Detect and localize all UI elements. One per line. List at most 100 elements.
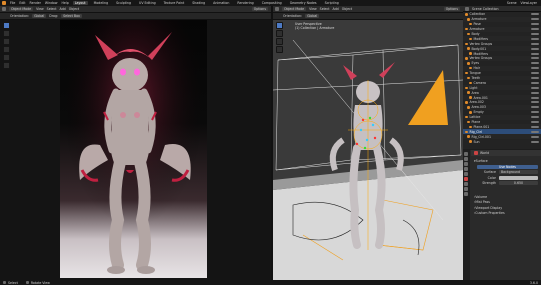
object-type-icon	[467, 120, 470, 124]
tab-uv-editing[interactable]: UV Editing	[137, 1, 158, 5]
visibility-toggle-icon[interactable]	[531, 101, 539, 104]
orientation-dropdown[interactable]: Global	[32, 14, 47, 18]
strength-field[interactable]: 0.650	[499, 181, 538, 186]
select-tool-icon[interactable]	[3, 22, 10, 29]
menu-edit[interactable]: Edit	[19, 1, 25, 5]
select-menu[interactable]: Select	[320, 7, 330, 11]
visibility-toggle-icon[interactable]	[531, 106, 539, 109]
right-viewport[interactable]: User Perspective (1) Collection | Armatu…	[273, 20, 463, 280]
rotate-tool-icon[interactable]	[276, 46, 283, 53]
tab-modeling[interactable]: Modeling	[92, 1, 111, 5]
select-menu[interactable]: Select	[47, 7, 57, 11]
outliner-item-label: Area.001	[473, 95, 488, 100]
mode-dropdown[interactable]: Object Mode	[282, 7, 307, 11]
move-tool-icon[interactable]	[3, 38, 10, 45]
visibility-toggle-icon[interactable]	[531, 81, 539, 84]
blender-logo-icon[interactable]	[2, 1, 6, 5]
scene-selector[interactable]: Scene	[507, 1, 517, 5]
tab-geometry-nodes[interactable]: Geometry Nodes	[288, 1, 319, 5]
tool-tab-icon[interactable]	[463, 152, 468, 156]
render-tab-icon[interactable]	[463, 157, 468, 161]
use-nodes-button[interactable]: Use Nodes	[477, 164, 538, 169]
visibility-toggle-icon[interactable]	[531, 33, 539, 35]
visibility-toggle-icon[interactable]	[531, 18, 539, 21]
tab-sculpting[interactable]: Sculpting	[114, 1, 133, 5]
outliner-item[interactable]: Sun	[463, 139, 541, 144]
view-menu[interactable]: View	[309, 7, 317, 11]
visibility-toggle-icon[interactable]	[531, 135, 539, 138]
menu-file[interactable]: File	[10, 1, 15, 5]
visibility-toggle-icon[interactable]	[531, 37, 539, 40]
menu-window[interactable]: Window	[45, 1, 58, 5]
scene-tab-icon[interactable]	[463, 172, 468, 176]
move-tool-icon[interactable]	[276, 38, 283, 45]
scale-tool-icon[interactable]	[3, 54, 10, 61]
material-tab-icon[interactable]	[463, 192, 468, 196]
visibility-toggle-icon[interactable]	[531, 42, 539, 45]
visibility-toggle-icon[interactable]	[531, 28, 539, 31]
visibility-toggle-icon[interactable]	[531, 52, 539, 55]
version-label: 3.6.0	[529, 280, 538, 285]
tab-layout[interactable]: Layout	[72, 1, 88, 5]
view-layer-tab-icon[interactable]	[463, 167, 468, 171]
object-menu[interactable]: Object	[69, 7, 79, 11]
left-viewport[interactable]	[0, 20, 271, 280]
drag-dropdown[interactable]: Select Box	[61, 14, 82, 18]
menu-render[interactable]: Render	[30, 1, 41, 5]
world-name[interactable]: World	[480, 151, 489, 155]
outliner-item-label: Empty	[473, 110, 484, 115]
visibility-toggle-icon[interactable]	[531, 116, 539, 119]
editor-type-icon[interactable]	[2, 7, 6, 11]
object-tab-icon[interactable]	[463, 182, 468, 186]
mode-dropdown[interactable]: Object Mode	[9, 7, 34, 11]
visibility-toggle-icon[interactable]	[531, 72, 539, 75]
menu-help[interactable]: Help	[61, 1, 68, 5]
visibility-toggle-icon[interactable]	[531, 91, 539, 94]
visibility-toggle-icon[interactable]	[531, 57, 539, 60]
options-button[interactable]: Options	[443, 7, 460, 11]
visibility-toggle-icon[interactable]	[531, 47, 539, 50]
visibility-toggle-icon[interactable]	[531, 125, 539, 128]
select-tool-icon[interactable]	[276, 22, 283, 29]
add-menu[interactable]: Add	[60, 7, 66, 11]
view-layer-selector[interactable]: ViewLayer	[521, 1, 537, 5]
tab-animation[interactable]: Animation	[211, 1, 231, 5]
modifier-tab-icon[interactable]	[463, 187, 468, 191]
outliner-item-label: Pose	[473, 22, 481, 27]
visibility-toggle-icon[interactable]	[531, 67, 539, 70]
visibility-toggle-icon[interactable]	[531, 96, 539, 99]
tab-compositing[interactable]: Compositing	[260, 1, 284, 5]
custom-properties-section[interactable]: › Custom Properties	[471, 211, 541, 217]
visibility-toggle-icon[interactable]	[531, 86, 539, 89]
cursor-tool-icon[interactable]	[276, 30, 283, 37]
output-tab-icon[interactable]	[463, 162, 468, 166]
add-menu[interactable]: Add	[333, 7, 339, 11]
surface-dropdown[interactable]: Background	[499, 170, 538, 175]
tab-rendering[interactable]: Rendering	[235, 1, 255, 5]
object-type-icon	[467, 106, 470, 109]
visibility-toggle-icon[interactable]	[531, 140, 539, 143]
orientation-dropdown[interactable]: Global	[305, 14, 320, 18]
visibility-toggle-icon[interactable]	[531, 130, 539, 133]
tab-scripting[interactable]: Scripting	[323, 1, 341, 5]
editor-type-icon[interactable]	[465, 6, 469, 11]
tab-shading[interactable]: Shading	[190, 1, 207, 5]
visibility-toggle-icon[interactable]	[531, 111, 539, 114]
color-row: Color	[471, 175, 541, 181]
visibility-toggle-icon[interactable]	[531, 23, 539, 26]
rotate-tool-icon[interactable]	[3, 46, 10, 53]
tab-texture-paint[interactable]: Texture Paint	[162, 1, 187, 5]
view-menu[interactable]: View	[36, 7, 44, 11]
color-swatch[interactable]	[499, 175, 538, 180]
properties-content: World ▾ Surface Use Nodes Surface Backgr…	[471, 150, 541, 216]
cursor-tool-icon[interactable]	[3, 30, 10, 37]
visibility-toggle-icon[interactable]	[531, 62, 539, 65]
object-menu[interactable]: Object	[342, 7, 352, 11]
world-tab-icon[interactable]	[463, 177, 468, 181]
visibility-toggle-icon[interactable]	[531, 77, 539, 80]
options-button[interactable]: Options	[251, 7, 268, 11]
visibility-toggle-icon[interactable]	[531, 121, 539, 124]
visibility-toggle-icon[interactable]	[531, 13, 539, 16]
editor-type-icon[interactable]	[275, 7, 279, 11]
transform-tool-icon[interactable]	[3, 62, 10, 69]
